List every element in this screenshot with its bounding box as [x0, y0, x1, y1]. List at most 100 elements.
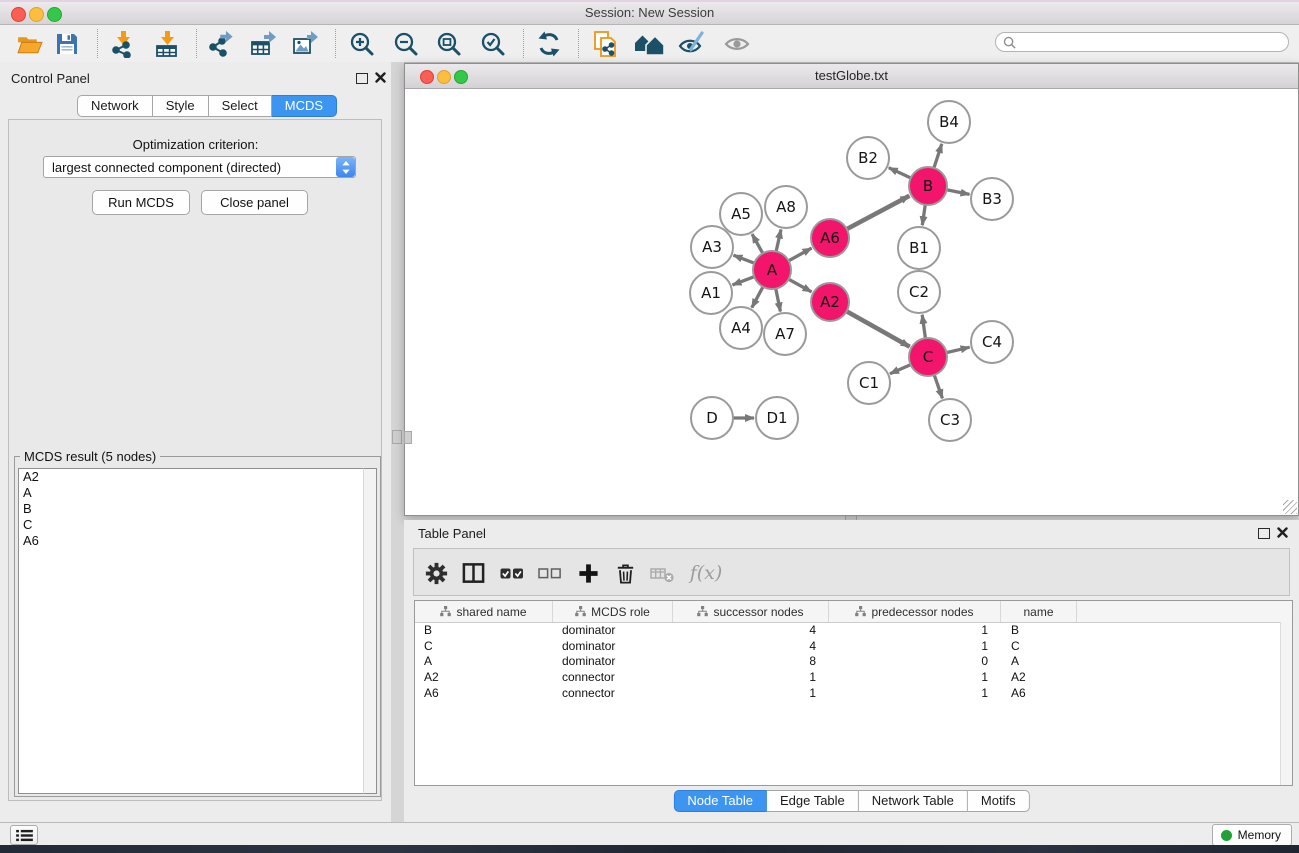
graph-node-A2[interactable]: A2 — [811, 283, 849, 321]
graph-node-A4[interactable]: A4 — [720, 307, 762, 349]
close-panel-icon[interactable] — [375, 72, 386, 83]
column-header-predecessor-nodes[interactable]: predecessor nodes — [829, 601, 1001, 622]
column-header-successor-nodes[interactable]: successor nodes — [673, 601, 829, 622]
graph-node-C4[interactable]: C4 — [971, 321, 1013, 363]
hide-selected-button[interactable] — [676, 28, 708, 60]
dropdown-stepper-icon — [336, 157, 355, 177]
table-cell-empty — [1077, 639, 1292, 655]
graph-node-B2[interactable]: B2 — [847, 137, 889, 179]
delete-column-button[interactable] — [609, 557, 641, 589]
result-list-scrollbar[interactable] — [363, 468, 377, 794]
tab-select[interactable]: Select — [209, 95, 272, 117]
graph-node-B[interactable]: B — [909, 167, 947, 205]
table-panel-title: Table Panel — [418, 526, 486, 541]
graph-node-B3[interactable]: B3 — [971, 178, 1013, 220]
toolbar-separator — [196, 29, 197, 58]
table-row[interactable]: Adominator80A — [415, 654, 1292, 670]
zoom-out-icon — [392, 30, 420, 58]
graph-node-A3[interactable]: A3 — [691, 226, 733, 268]
table-row[interactable]: Bdominator41B — [415, 623, 1292, 639]
new-network-from-selection-button[interactable] — [590, 28, 622, 60]
delete-table-button[interactable] — [646, 557, 678, 589]
tab-network-table[interactable]: Network Table — [859, 790, 968, 812]
graph-node-A6[interactable]: A6 — [811, 219, 849, 257]
column-header-shared-name[interactable]: shared name — [415, 601, 553, 622]
graph-node-A7[interactable]: A7 — [764, 313, 806, 355]
show-columns-button[interactable] — [457, 557, 489, 589]
tab-network[interactable]: Network — [77, 95, 153, 117]
graph-node-D1[interactable]: D1 — [756, 397, 798, 439]
eye-pen-icon — [678, 30, 706, 58]
graph-node-C3[interactable]: C3 — [929, 399, 971, 441]
show-selected-button[interactable] — [721, 28, 753, 60]
list-item[interactable]: B — [19, 501, 366, 517]
zoom-in-button[interactable] — [346, 28, 378, 60]
table-row[interactable]: A2connector11A2 — [415, 670, 1292, 686]
resize-grip-icon[interactable] — [1283, 500, 1297, 514]
search-field[interactable] — [995, 32, 1289, 52]
memory-button[interactable]: Memory — [1212, 824, 1292, 846]
zoom-out-button[interactable] — [390, 28, 422, 60]
run-mcds-button[interactable]: Run MCDS — [92, 190, 190, 215]
export-table-button[interactable] — [247, 28, 279, 60]
close-panel-icon[interactable] — [1277, 527, 1288, 538]
tab-edge-table[interactable]: Edge Table — [767, 790, 859, 812]
import-table-button[interactable] — [151, 28, 183, 60]
list-item[interactable]: A — [19, 485, 366, 501]
add-column-button[interactable] — [572, 557, 604, 589]
network-canvas[interactable]: B4 B2 B B3 A8A5 A6 B1 A3 A C2 A1 A2 A4A7 C4 C C1 C3 D D1 — [405, 88, 1298, 515]
table-scrollbar[interactable] — [1280, 622, 1292, 785]
graph-node-C[interactable]: C — [909, 338, 947, 376]
apply-layout-button[interactable] — [533, 28, 565, 60]
table-settings-button[interactable] — [420, 557, 452, 589]
list-item[interactable]: A6 — [19, 533, 366, 549]
function-builder-button[interactable]: f(x) — [686, 557, 726, 589]
float-panel-icon[interactable] — [1258, 528, 1270, 539]
criterion-dropdown[interactable]: largest connected component (directed) — [43, 156, 356, 178]
column-header-name[interactable]: name — [1001, 601, 1077, 622]
vertical-splitter[interactable] — [391, 62, 404, 822]
graph-node-C1[interactable]: C1 — [848, 362, 890, 404]
zoom-fit-button[interactable] — [433, 28, 465, 60]
graph-node-D[interactable]: D — [691, 397, 733, 439]
network-window-titlebar[interactable]: testGlobe.txt — [405, 64, 1298, 89]
network-view-window: testGlobe.txt B4 B2 B B3 A8A5 A6 B1 A3 A C2 A1 A2 A4… — [404, 63, 1299, 516]
graph-node-A1[interactable]: A1 — [690, 272, 732, 314]
list-item[interactable]: C — [19, 517, 366, 533]
save-session-button[interactable] — [51, 28, 83, 60]
show-all-networks-button[interactable] — [633, 28, 665, 60]
view-edge-grip[interactable] — [404, 431, 412, 444]
search-input[interactable] — [1020, 34, 1288, 50]
tab-motifs[interactable]: Motifs — [968, 790, 1030, 812]
export-network-button[interactable] — [205, 28, 237, 60]
table-cell: 1 — [829, 670, 1001, 686]
tab-style[interactable]: Style — [153, 95, 209, 117]
zoom-selected-button[interactable] — [477, 28, 509, 60]
table-row[interactable]: A6connector11A6 — [415, 686, 1292, 702]
import-network-button[interactable] — [107, 28, 139, 60]
list-item[interactable]: A2 — [19, 469, 366, 485]
zoom-fit-icon — [435, 30, 463, 58]
column-header-mcds-role[interactable]: MCDS role — [553, 601, 673, 622]
close-panel-button[interactable]: Close panel — [201, 190, 308, 215]
export-image-button[interactable] — [289, 28, 321, 60]
graph-node-A8[interactable]: A8 — [765, 186, 807, 228]
select-all-button[interactable] — [496, 557, 528, 589]
splitter-grip[interactable] — [392, 430, 402, 444]
float-panel-icon[interactable] — [356, 73, 368, 84]
graph-node-B1[interactable]: B1 — [898, 227, 940, 269]
refresh-icon — [535, 30, 563, 58]
graph-node-C2[interactable]: C2 — [898, 271, 940, 313]
table-row[interactable]: Cdominator41C — [415, 639, 1292, 655]
graph-node-A[interactable]: A — [753, 251, 791, 289]
tab-node-table[interactable]: Node Table — [673, 790, 767, 812]
node-table-body: Bdominator41BCdominator41CAdominator80AA… — [415, 623, 1292, 701]
tab-mcds[interactable]: MCDS — [272, 95, 337, 117]
deselect-all-button[interactable] — [534, 557, 566, 589]
desktop-background — [0, 845, 1299, 853]
open-session-button[interactable] — [13, 28, 45, 60]
graph-node-A5[interactable]: A5 — [720, 193, 762, 235]
table-cell: 1 — [673, 686, 829, 702]
graph-node-B4[interactable]: B4 — [928, 101, 970, 143]
task-history-button[interactable] — [10, 825, 38, 845]
